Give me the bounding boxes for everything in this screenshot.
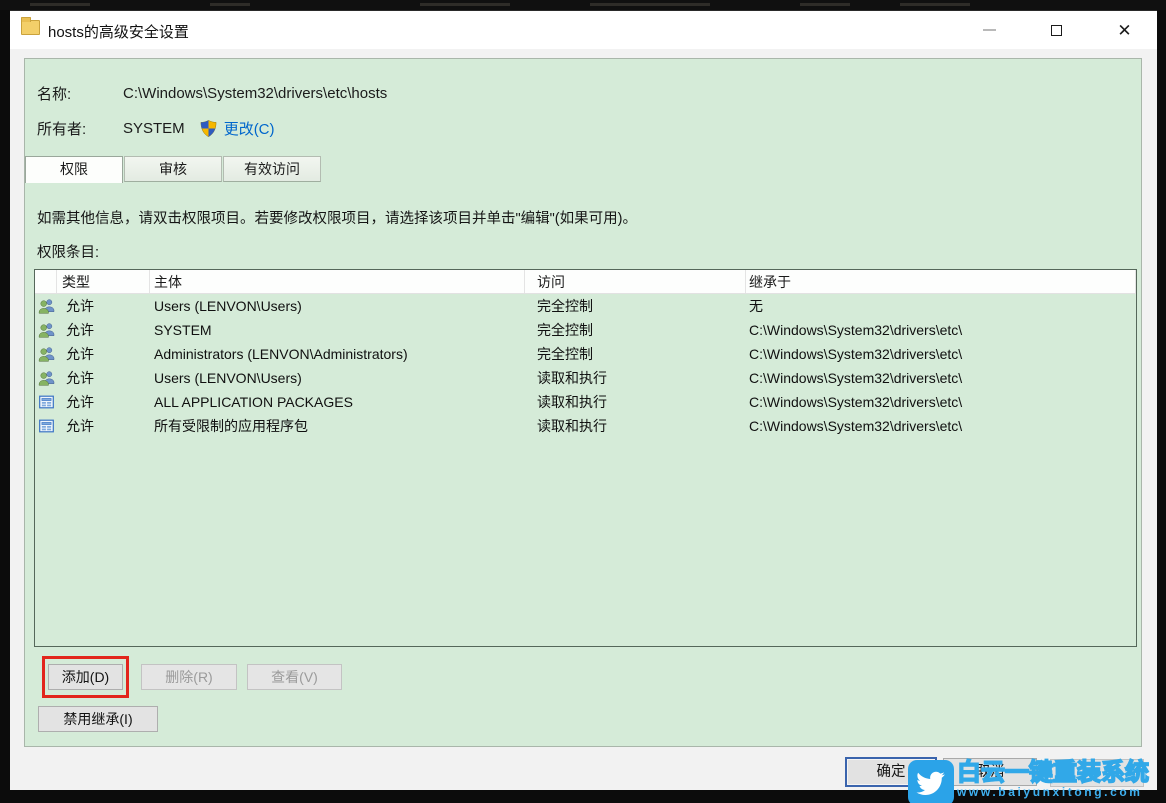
name-label: 名称:: [37, 83, 123, 104]
instruction-text: 如需其他信息，请双击权限项目。若要修改权限项目，请选择该项目并单击"编辑"(如果…: [37, 207, 637, 228]
entry-principal: Users (LENVON\Users): [150, 370, 525, 386]
uac-shield-icon: [199, 119, 218, 138]
users-icon: [35, 298, 57, 314]
folder-icon: [21, 20, 40, 35]
entry-principal: Users (LENVON\Users): [150, 298, 525, 314]
maximize-button[interactable]: [1034, 11, 1079, 49]
entry-access: 读取和执行: [525, 416, 746, 436]
entry-type: 允许: [57, 296, 150, 316]
entry-access: 读取和执行: [525, 368, 746, 388]
table-header: 类型 主体 访问 继承于: [35, 270, 1136, 294]
change-owner-link[interactable]: 更改(C): [224, 118, 275, 139]
add-button[interactable]: 添加(D): [48, 664, 123, 690]
tab-effective-access[interactable]: 有效访问: [223, 156, 321, 182]
watermark: 白云一键重装系统 www.baiyunxitong.com: [908, 760, 1166, 803]
entry-principal: ALL APPLICATION PACKAGES: [150, 394, 525, 410]
entry-inherited-from: C:\Windows\System32\drivers\etc\: [746, 346, 1136, 362]
entry-type: 允许: [57, 368, 150, 388]
entry-access: 完全控制: [525, 344, 746, 364]
view-button: 查看(V): [247, 664, 342, 690]
table-row[interactable]: 允许 Users (LENVON\Users) 读取和执行 C:\Windows…: [35, 366, 1136, 390]
entry-inherited-from: C:\Windows\System32\drivers\etc\: [746, 370, 1136, 386]
entry-type: 允许: [57, 416, 150, 436]
tab-auditing[interactable]: 审核: [124, 156, 222, 182]
content-panel: 名称: C:\Windows\System32\drivers\etc\host…: [24, 58, 1142, 747]
maximize-icon: [1051, 25, 1062, 36]
minimize-button[interactable]: [967, 11, 1012, 49]
window-title: hosts的高级安全设置: [48, 21, 189, 42]
permission-entries-table: 类型 主体 访问 继承于 允许 Users (LENVON\Users) 完全控…: [34, 269, 1137, 647]
entry-principal: Administrators (LENVON\Administrators): [150, 346, 525, 362]
entry-inherited-from: C:\Windows\System32\drivers\etc\: [746, 418, 1136, 434]
twitter-bird-icon: [908, 760, 954, 803]
column-header-inherited-from[interactable]: 继承于: [746, 270, 1136, 293]
tab-permissions[interactable]: 权限: [25, 156, 123, 183]
users-icon: [35, 322, 57, 338]
column-header-type[interactable]: 类型: [57, 270, 150, 293]
entry-access: 完全控制: [525, 296, 746, 316]
table-row[interactable]: 允许 ALL APPLICATION PACKAGES 读取和执行 C:\Win…: [35, 390, 1136, 414]
watermark-brand: 白云一键重装系统: [957, 760, 1149, 785]
object-path: C:\Windows\System32\drivers\etc\hosts: [123, 85, 387, 102]
entry-principal: SYSTEM: [150, 322, 525, 338]
entry-inherited-from: C:\Windows\System32\drivers\etc\: [746, 394, 1136, 410]
entry-access: 完全控制: [525, 320, 746, 340]
disable-inheritance-button[interactable]: 禁用继承(I): [38, 706, 158, 732]
close-button[interactable]: ✕: [1102, 11, 1147, 49]
advanced-security-dialog: hosts的高级安全设置 ✕ 名称: C:\Windows\System32\d…: [10, 10, 1157, 790]
entry-type: 允许: [57, 392, 150, 412]
entries-label: 权限条目:: [37, 241, 99, 262]
remove-button: 删除(R): [141, 664, 237, 690]
entry-principal: 所有受限制的应用程序包: [150, 416, 525, 436]
column-header-icon[interactable]: [35, 270, 57, 293]
watermark-url: www.baiyunxitong.com: [957, 785, 1149, 799]
column-header-principal[interactable]: 主体: [150, 270, 525, 293]
tab-strip: 权限 审核 有效访问: [25, 156, 322, 183]
entry-type: 允许: [57, 320, 150, 340]
background-window-strip: [0, 0, 1166, 10]
table-row[interactable]: 允许 Administrators (LENVON\Administrators…: [35, 342, 1136, 366]
table-row[interactable]: 允许 SYSTEM 完全控制 C:\Windows\System32\drive…: [35, 318, 1136, 342]
table-row[interactable]: 允许 Users (LENVON\Users) 完全控制 无: [35, 294, 1136, 318]
owner-value: SYSTEM: [123, 120, 185, 137]
column-header-access[interactable]: 访问: [525, 270, 746, 293]
table-row[interactable]: 允许 所有受限制的应用程序包 读取和执行 C:\Windows\System32…: [35, 414, 1136, 438]
entry-type: 允许: [57, 344, 150, 364]
minimize-icon: [983, 29, 996, 31]
package-icon: [35, 394, 57, 410]
close-icon: ✕: [1117, 22, 1131, 39]
owner-label: 所有者:: [37, 118, 123, 139]
package-icon: [35, 418, 57, 434]
entry-inherited-from: C:\Windows\System32\drivers\etc\: [746, 322, 1136, 338]
entry-access: 读取和执行: [525, 392, 746, 412]
users-icon: [35, 370, 57, 386]
titlebar: hosts的高级安全设置 ✕: [10, 11, 1157, 49]
entry-inherited-from: 无: [746, 296, 1136, 316]
users-icon: [35, 346, 57, 362]
